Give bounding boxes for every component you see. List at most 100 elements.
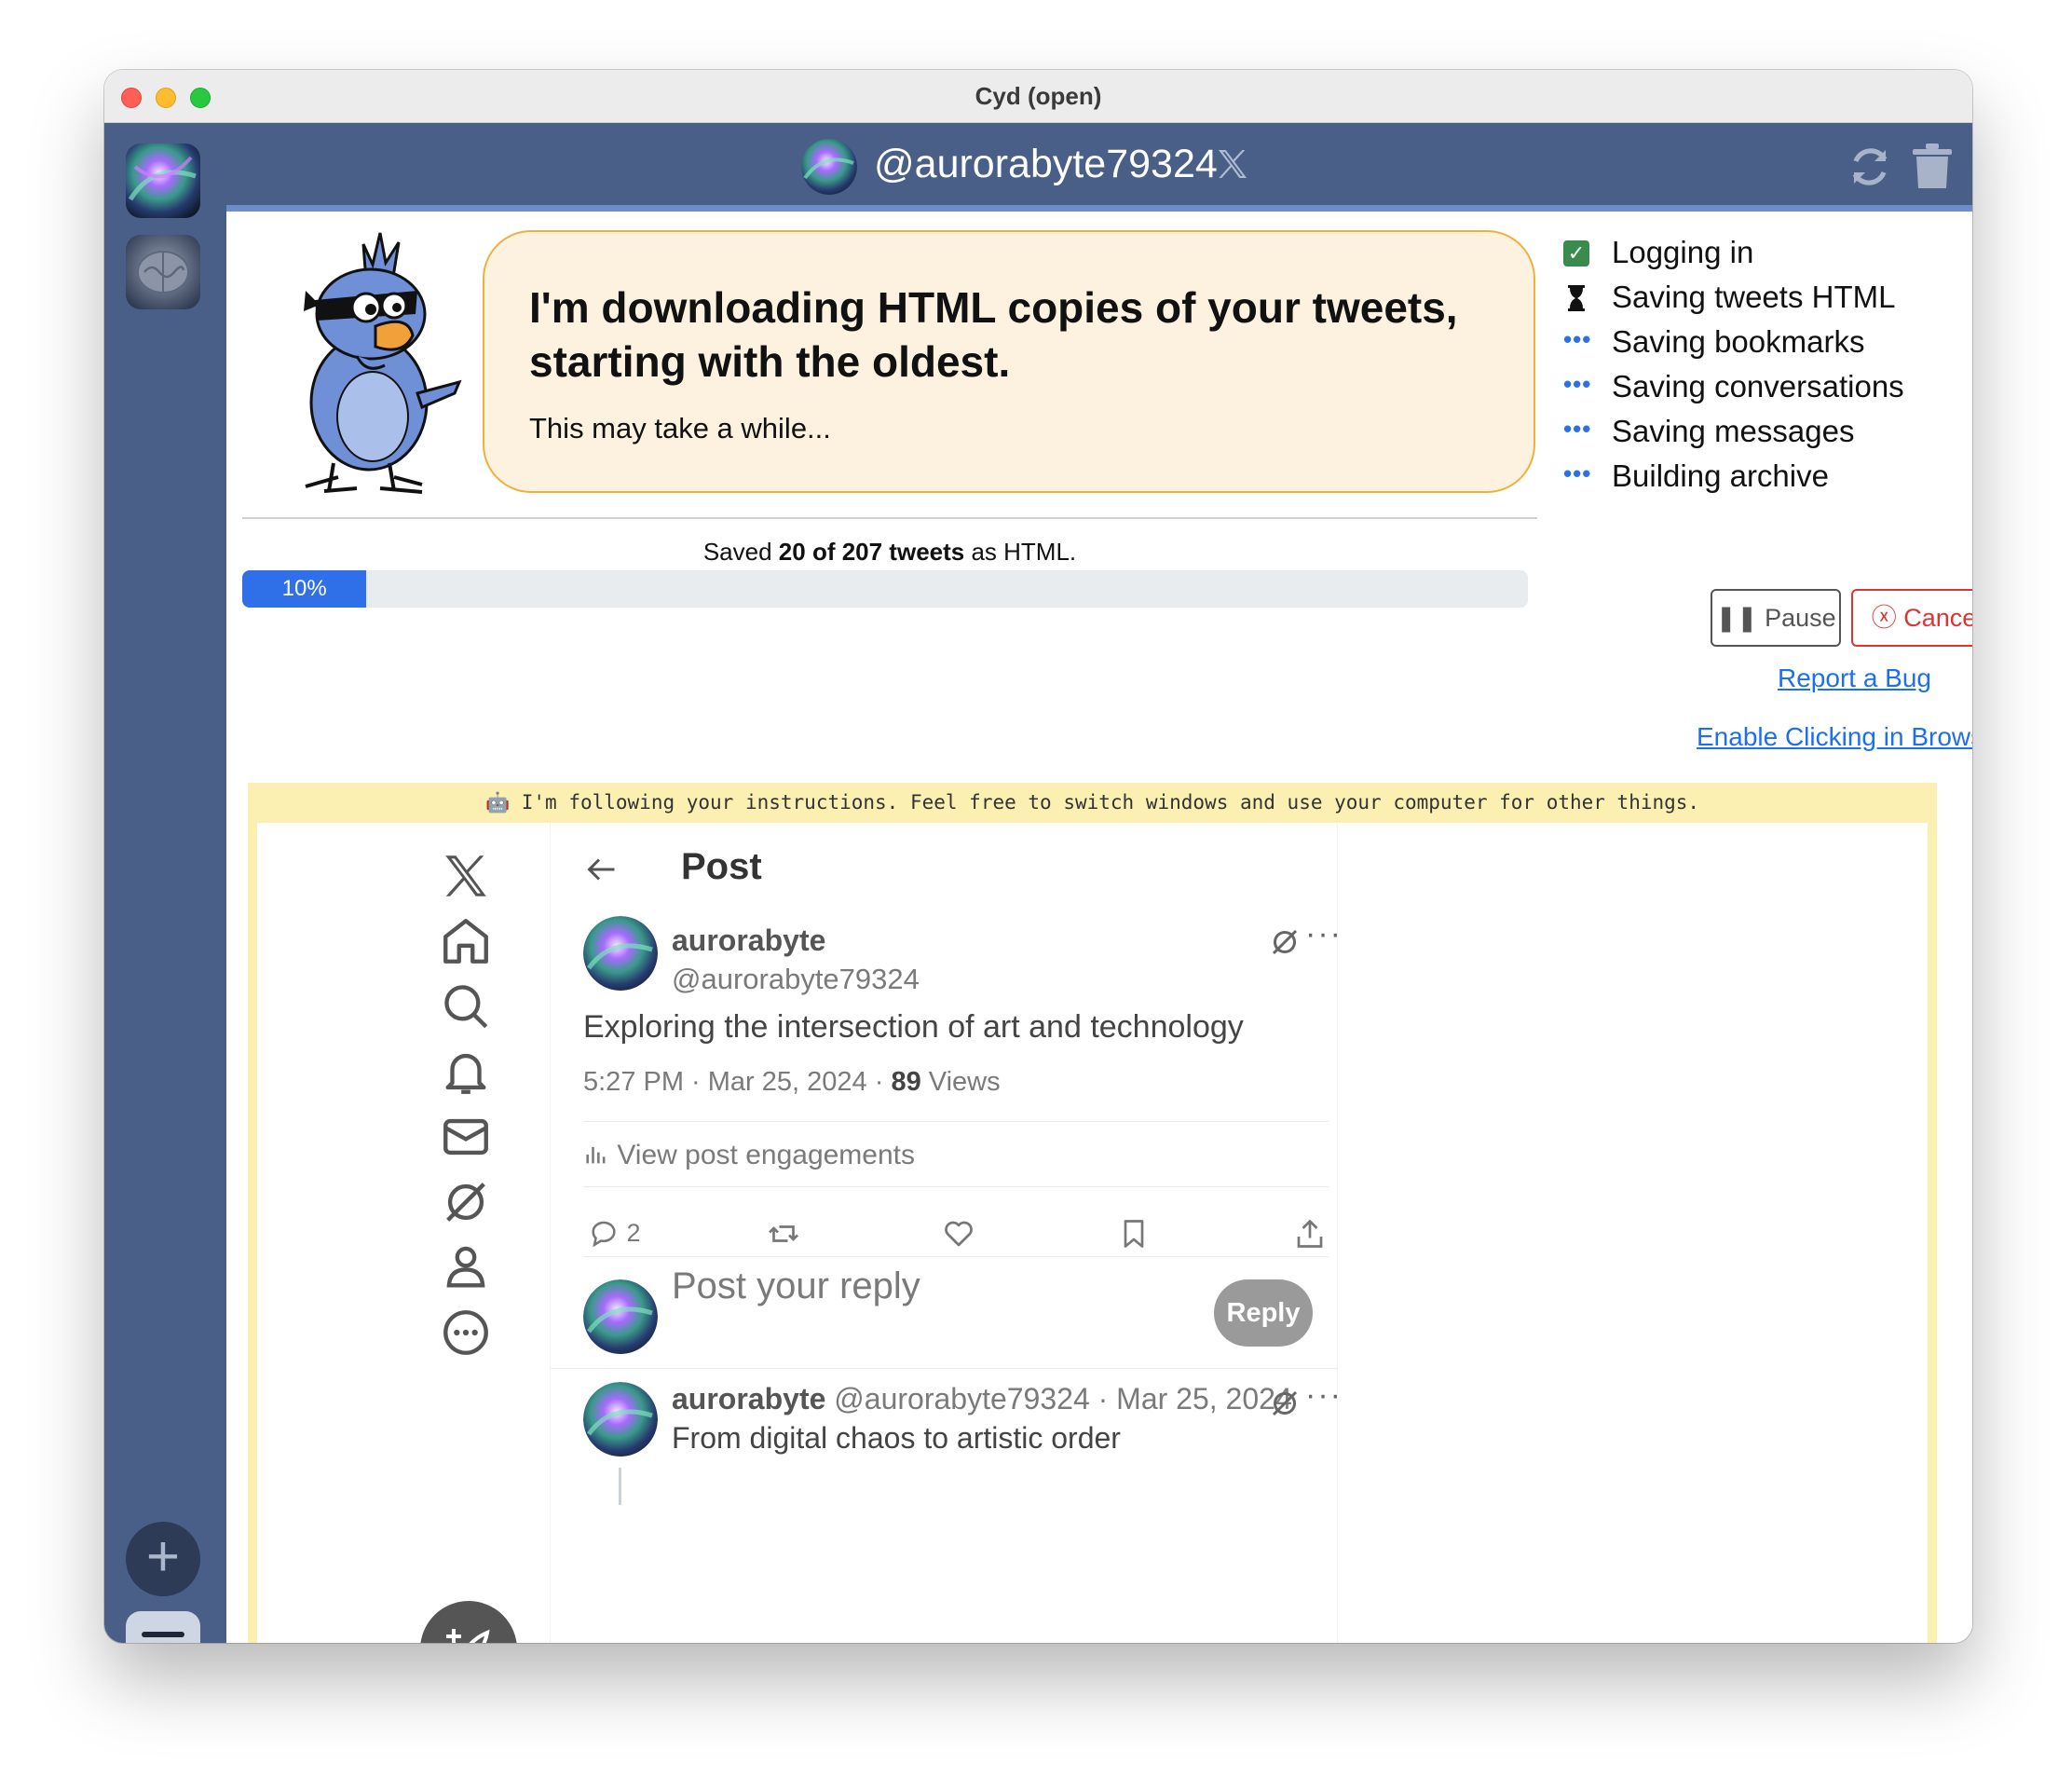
x-logo-icon[interactable] bbox=[439, 849, 493, 903]
report-bug-link[interactable]: Report a Bug bbox=[1778, 663, 1931, 693]
separator bbox=[551, 1368, 1338, 1369]
minimize-window-button[interactable] bbox=[156, 88, 176, 108]
aurora-avatar-icon bbox=[583, 916, 658, 991]
step-label: Saving tweets HTML bbox=[1612, 280, 1896, 314]
post-timestamp[interactable]: 5:27 PM · Mar 25, 2024 · bbox=[583, 1067, 891, 1097]
thread-line bbox=[619, 1468, 621, 1505]
step-label: Logging in bbox=[1612, 235, 1754, 269]
window-title: Cyd (open) bbox=[975, 82, 1102, 110]
views-count: 89 bbox=[891, 1067, 921, 1097]
grok-icon[interactable] bbox=[1268, 925, 1302, 959]
separator bbox=[583, 1121, 1329, 1122]
cancel-button[interactable]: ⓧ Cancel bbox=[1851, 589, 1972, 647]
robot-icon: 🤖 bbox=[484, 791, 511, 814]
separator bbox=[583, 1186, 1329, 1187]
aurora-avatar-icon bbox=[126, 144, 200, 218]
bell-icon[interactable] bbox=[439, 1045, 493, 1099]
grok-icon[interactable] bbox=[1268, 1387, 1302, 1420]
home-icon[interactable] bbox=[439, 914, 493, 968]
close-window-button[interactable] bbox=[121, 88, 142, 108]
maximize-window-button[interactable] bbox=[190, 88, 211, 108]
pause-button[interactable]: ❚❚ Pause bbox=[1711, 589, 1841, 647]
pending-dots-icon: ••• bbox=[1563, 415, 1592, 443]
feather-plus-icon bbox=[446, 1629, 490, 1643]
pause-icon: ❚❚ bbox=[1715, 604, 1758, 632]
title-bar: Cyd (open) bbox=[104, 70, 1972, 123]
reply-text: From digital chaos to artistic order bbox=[672, 1421, 1121, 1455]
x-post-column: Post aurorabyte @aurorabyte79324 ··· Exp… bbox=[551, 823, 1341, 1643]
bar-chart-icon bbox=[583, 1140, 617, 1170]
reply-input[interactable]: Post your reply bbox=[672, 1265, 920, 1307]
checkbox-checked-icon: ✓ bbox=[1563, 240, 1589, 267]
status-subtitle: This may take a while... bbox=[529, 412, 831, 444]
aurora-avatar-icon bbox=[583, 1279, 658, 1354]
header-username: @aurorabyte79324 bbox=[874, 142, 1218, 186]
account-header: @aurorabyte79324 bbox=[226, 123, 1972, 212]
header-avatar bbox=[801, 139, 857, 195]
hamburger-icon bbox=[142, 1632, 184, 1637]
aurora-avatar-icon bbox=[801, 139, 857, 195]
reply-button[interactable]: Reply bbox=[1214, 1279, 1313, 1347]
grok-icon[interactable] bbox=[439, 1175, 493, 1229]
more-options-icon[interactable]: ··· bbox=[1305, 1377, 1343, 1414]
bookmark-icon[interactable] bbox=[1117, 1217, 1151, 1251]
view-engagements-link[interactable]: View post engagements bbox=[583, 1140, 915, 1171]
pending-dots-icon: ••• bbox=[1563, 459, 1592, 487]
app-window: Cyd (open) + @aurorabyte79324 I'm downlo… bbox=[104, 70, 1972, 1643]
views-label: Views bbox=[920, 1067, 1001, 1097]
hourglass-icon bbox=[1568, 285, 1585, 311]
reply-box-avatar bbox=[583, 1279, 658, 1354]
pending-dots-icon: ••• bbox=[1563, 370, 1592, 398]
account-aurora-button[interactable] bbox=[126, 144, 200, 218]
status-title: I'm downloading HTML copies of your twee… bbox=[529, 283, 1458, 386]
menu-button[interactable] bbox=[126, 1611, 200, 1643]
reply-avatar[interactable] bbox=[583, 1382, 658, 1457]
header-divider bbox=[226, 205, 1972, 212]
pause-label: Pause bbox=[1765, 604, 1836, 632]
pending-dots-icon: ••• bbox=[1563, 325, 1592, 353]
step-label: Saving bookmarks bbox=[1612, 324, 1865, 359]
cancel-label: Cancel bbox=[1903, 604, 1972, 632]
more-circle-icon[interactable] bbox=[439, 1306, 493, 1360]
enable-clicking-link[interactable]: Enable Clicking in Browser bbox=[1697, 722, 1972, 752]
search-icon[interactable] bbox=[439, 979, 493, 1033]
post-author-name[interactable]: aurorabyte bbox=[672, 923, 825, 958]
trash-icon[interactable] bbox=[1913, 144, 1952, 188]
back-arrow-icon[interactable] bbox=[583, 853, 620, 886]
more-options-icon[interactable]: ··· bbox=[1305, 916, 1343, 952]
like-icon[interactable] bbox=[942, 1217, 975, 1251]
add-account-button[interactable]: + bbox=[126, 1522, 200, 1596]
post-meta: 5:27 PM · Mar 25, 2024 · 89 Views bbox=[583, 1067, 1001, 1098]
profile-icon[interactable] bbox=[439, 1240, 493, 1294]
browser-webview[interactable]: Post aurorabyte @aurorabyte79324 ··· Exp… bbox=[257, 823, 1928, 1643]
step-label: Building archive bbox=[1612, 458, 1829, 493]
reply-icon bbox=[592, 1221, 616, 1248]
reply-author-line[interactable]: aurorabyte @aurorabyte79324 · Mar 25, 20… bbox=[672, 1382, 1292, 1416]
account-brain-button[interactable] bbox=[126, 235, 200, 309]
x-logo-icon bbox=[1219, 150, 1247, 178]
cancel-circle-icon: ⓧ bbox=[1871, 604, 1897, 632]
share-icon[interactable] bbox=[1293, 1217, 1327, 1251]
brain-avatar-icon bbox=[126, 235, 200, 309]
progress-summary: Saved 20 of 207 tweets as HTML. bbox=[242, 538, 1537, 567]
mail-icon[interactable] bbox=[439, 1110, 493, 1164]
automation-notice: 🤖 I'm following your instructions. Feel … bbox=[248, 783, 1937, 823]
repost-icon[interactable] bbox=[767, 1217, 800, 1251]
reply-action[interactable]: 2 bbox=[588, 1214, 641, 1251]
progress-prefix: Saved bbox=[702, 538, 779, 566]
refresh-icon[interactable] bbox=[1847, 144, 1892, 189]
engagements-label: View post engagements bbox=[617, 1140, 916, 1170]
cyd-mascot-icon bbox=[304, 232, 462, 494]
progress-bar-fill: 10% bbox=[242, 570, 367, 608]
reply-author-name[interactable]: aurorabyte bbox=[672, 1382, 825, 1416]
status-speech-bubble: I'm downloading HTML copies of your twee… bbox=[483, 230, 1535, 493]
accounts-sidebar: + bbox=[104, 123, 226, 1643]
post-text: Exploring the intersection of art and te… bbox=[583, 1009, 1244, 1045]
post-author-handle[interactable]: @aurorabyte79324 bbox=[672, 963, 920, 996]
progress-divider bbox=[242, 517, 1537, 519]
aurora-avatar-icon bbox=[583, 1382, 658, 1457]
step-label: Saving messages bbox=[1612, 414, 1855, 448]
progress-suffix: as HTML. bbox=[964, 538, 1077, 566]
post-avatar[interactable] bbox=[583, 916, 658, 991]
compose-post-button[interactable] bbox=[420, 1601, 517, 1643]
